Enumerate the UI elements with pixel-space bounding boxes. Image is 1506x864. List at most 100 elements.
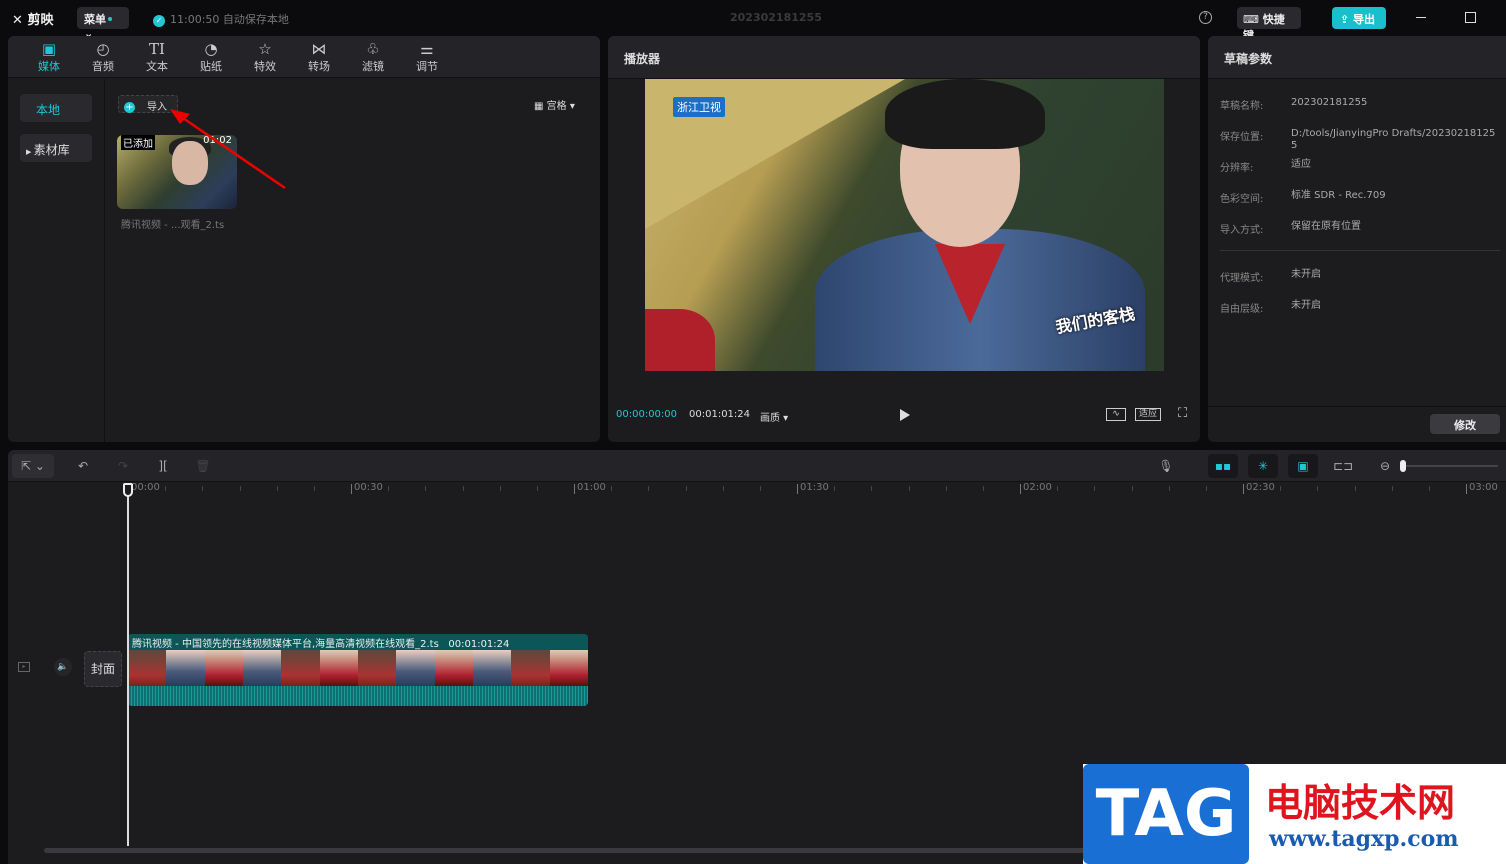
timeline-toolbar: ⇱ ⌄ ↶ ↷ ][ 🗑 🎙 ▪▪ ✳ ▣ ⊏⊐ ⊖ bbox=[8, 450, 1506, 482]
project-title: 202302181255 bbox=[730, 11, 822, 24]
frame bbox=[549, 650, 588, 686]
notification-dot bbox=[108, 17, 112, 21]
time-ruler[interactable]: 00:00 00:30 01:00 01:30 02:00 02:30 03:00 bbox=[8, 482, 1506, 498]
delete-icon[interactable]: 🗑 bbox=[188, 454, 218, 478]
title-bar: ✕ 剪映 菜单⌄ ✓ 11:00:50 自动保存本地 202302181255 ?… bbox=[0, 0, 1506, 42]
ruler-tick bbox=[313, 486, 315, 491]
filter-icon: ♧ bbox=[366, 40, 380, 58]
playhead-handle[interactable] bbox=[123, 483, 133, 497]
ruler-tick bbox=[611, 486, 613, 491]
frame bbox=[281, 650, 320, 686]
logo-icon: ✕ bbox=[12, 13, 23, 28]
param-row: 导入方式: 保留在原有位置 bbox=[1220, 221, 1361, 236]
ruler-tick bbox=[1354, 486, 1356, 491]
linkage-icon[interactable]: ▣ bbox=[1288, 454, 1318, 478]
player-title: 播放器 bbox=[608, 36, 1200, 79]
preview-axis-icon[interactable]: ⊏⊐ bbox=[1328, 454, 1358, 478]
tab-text[interactable]: TI 文本 bbox=[130, 36, 184, 77]
maximize-button[interactable] bbox=[1465, 12, 1476, 23]
auto-snap-icon[interactable]: ✳ bbox=[1248, 454, 1278, 478]
grid-icon: ▦ bbox=[534, 101, 547, 112]
tab-filter[interactable]: ♧ 滤镜 bbox=[346, 36, 400, 77]
split-icon[interactable]: ][ bbox=[148, 454, 178, 478]
ruler-tick bbox=[165, 486, 167, 491]
media-panel: ▣ 媒体 ◴ 音频 TI 文本 ◔ 贴纸 ☆ 特效 ⋈ 转场 ♧ 滤镜 ⚌ 调节 本地 ▶ 素材… bbox=[8, 36, 600, 442]
sidebar-item-local[interactable]: 本地 bbox=[20, 94, 92, 122]
watermark-url: www.tagxp.com bbox=[1269, 826, 1459, 852]
ruler-tick bbox=[648, 486, 650, 491]
clip-header: 腾讯视频 - 中国领先的在线视频媒体平台,海量高清视频在线观看_2.ts 00:… bbox=[128, 634, 588, 650]
tab-effects[interactable]: ☆ 特效 bbox=[238, 36, 292, 77]
frame bbox=[511, 650, 550, 686]
ruler-tick bbox=[574, 484, 575, 494]
tab-audio[interactable]: ◴ 音频 bbox=[76, 36, 130, 77]
ruler-tick bbox=[462, 486, 464, 491]
zoom-slider[interactable] bbox=[1400, 460, 1498, 472]
video-track-icon[interactable]: ▸ bbox=[18, 662, 30, 672]
main-track-magnet-icon[interactable]: ▪▪ bbox=[1208, 454, 1238, 478]
fullscreen-icon[interactable]: ⛶ bbox=[1178, 406, 1187, 421]
undo-icon[interactable]: ↶ bbox=[68, 454, 98, 478]
ruler-tick bbox=[351, 484, 352, 494]
fit-ratio-button[interactable]: 适应 bbox=[1135, 408, 1161, 421]
horizontal-scrollbar[interactable] bbox=[44, 848, 1104, 853]
help-icon[interactable]: ? bbox=[1199, 11, 1212, 24]
export-button[interactable]: ⇪ 导出 bbox=[1332, 7, 1386, 29]
media-toolbar: ▣ 媒体 ◴ 音频 TI 文本 ◔ 贴纸 ☆ 特效 ⋈ 转场 ♧ 滤镜 ⚌ 调节 bbox=[8, 36, 600, 78]
waveform-icon[interactable]: ∿ bbox=[1106, 408, 1126, 421]
watermark-site-name: 电脑技术网 bbox=[1265, 781, 1456, 825]
quality-dropdown[interactable]: 画质 ▾ bbox=[760, 409, 788, 424]
tab-sticker[interactable]: ◔ 贴纸 bbox=[184, 36, 238, 77]
param-row: 分辨率: 适应 bbox=[1220, 159, 1311, 174]
sticker-icon: ◔ bbox=[204, 40, 218, 58]
added-badge: 已添加 bbox=[121, 135, 155, 150]
param-row: 代理模式: 未开启 bbox=[1220, 269, 1321, 284]
zoom-slider-handle[interactable] bbox=[1400, 460, 1406, 472]
export-icon: ⇪ bbox=[1340, 13, 1354, 26]
player-panel: 播放器 浙江卫视 我们的客栈 00:00:00:00 00:01:01:24 画… bbox=[608, 36, 1200, 442]
ruler-tick bbox=[202, 486, 204, 491]
zoom-out-icon[interactable]: ⊖ bbox=[1370, 454, 1400, 478]
person-hair bbox=[885, 79, 1045, 149]
ruler-label: 01:30 bbox=[800, 482, 829, 493]
modify-button[interactable]: 修改 bbox=[1430, 414, 1500, 434]
plus-icon: + bbox=[124, 102, 135, 113]
draft-title: 草稿参数 bbox=[1208, 36, 1506, 79]
tab-transition[interactable]: ⋈ 转场 bbox=[292, 36, 346, 77]
ruler-tick bbox=[1466, 484, 1467, 494]
frame bbox=[472, 650, 512, 686]
cover-button[interactable]: 封面 bbox=[84, 651, 122, 687]
cursor-icon: ⇱ bbox=[21, 459, 32, 473]
site-watermark: TAG 电脑技术网 www.tagxp.com bbox=[1083, 764, 1506, 864]
ruler-tick bbox=[239, 486, 241, 491]
video-preview[interactable]: 浙江卫视 我们的客栈 bbox=[645, 79, 1164, 371]
redo-icon[interactable]: ↷ bbox=[108, 454, 138, 478]
ruler-tick bbox=[1391, 486, 1393, 491]
frame bbox=[319, 650, 358, 686]
minimize-button[interactable] bbox=[1416, 17, 1426, 18]
check-icon: ✓ bbox=[153, 15, 165, 27]
param-row: 草稿名称: 202302181255 bbox=[1220, 97, 1368, 112]
keyboard-icon: ⌨ bbox=[1243, 13, 1263, 26]
ruler-tick bbox=[1428, 486, 1430, 491]
tab-media[interactable]: ▣ 媒体 bbox=[22, 36, 76, 77]
tab-adjust[interactable]: ⚌ 调节 bbox=[400, 36, 454, 77]
microphone-icon[interactable]: 🎙 bbox=[1151, 454, 1181, 478]
mute-audio-icon[interactable]: 🔈 bbox=[54, 658, 72, 676]
transition-icon: ⋈ bbox=[311, 40, 327, 58]
video-clip[interactable]: 腾讯视频 - 中国领先的在线视频媒体平台,海量高清视频在线观看_2.ts 00:… bbox=[128, 634, 588, 706]
autosave-status: ✓ 11:00:50 自动保存本地 bbox=[153, 11, 289, 27]
view-mode-dropdown[interactable]: ▦ 宫格 ▾ bbox=[534, 97, 575, 112]
app-logo: ✕ 剪映 bbox=[12, 13, 54, 28]
shortcuts-button[interactable]: ⌨ 快捷键 bbox=[1237, 7, 1301, 42]
ruler-tick bbox=[982, 486, 984, 491]
sidebar-item-library[interactable]: ▶ 素材库 bbox=[20, 134, 92, 162]
playhead[interactable] bbox=[127, 484, 129, 846]
menu-button[interactable]: 菜单⌄ bbox=[77, 7, 129, 40]
ruler-tick bbox=[1131, 486, 1133, 491]
ruler-label: 02:00 bbox=[1023, 482, 1052, 493]
ruler-label: 00:00 bbox=[131, 482, 160, 493]
select-tool-dropdown[interactable]: ⇱ ⌄ bbox=[12, 454, 54, 478]
play-button[interactable] bbox=[900, 409, 910, 421]
ruler-tick bbox=[388, 486, 390, 491]
